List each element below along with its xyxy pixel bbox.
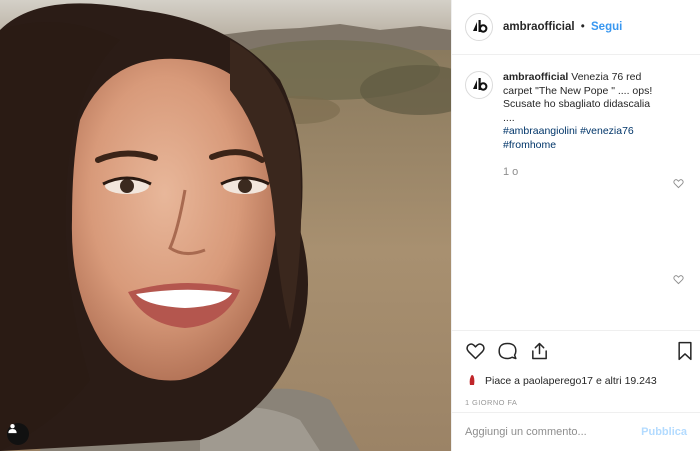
hashtag-link[interactable]: #fromhome	[503, 139, 663, 153]
selfie-image	[0, 0, 451, 451]
post-timestamp[interactable]: 1 GIORNO FA	[452, 392, 700, 412]
action-bar	[452, 330, 700, 370]
liker-username[interactable]: paolaperego17	[523, 375, 593, 387]
caption-time: 1 o	[503, 166, 519, 178]
person-tag-icon[interactable]	[7, 423, 29, 445]
likes-line: Piace a paolaperego17 e altri 19.243	[452, 370, 700, 392]
likes-suffix: e altri	[595, 375, 622, 387]
follow-button[interactable]: Segui	[591, 21, 622, 33]
likes-prefix: Piace a	[485, 375, 521, 387]
caption-username[interactable]: ambraofficial	[503, 71, 568, 83]
hashtag-link[interactable]: #ambraangiolini #venezia76	[503, 125, 663, 139]
small-heart-icon[interactable]	[673, 272, 684, 290]
post-sidebar: ambraofficial • Segui ambraofficial Vene…	[451, 0, 700, 451]
avatar-logo-icon[interactable]	[465, 13, 493, 41]
publish-button[interactable]: Pubblica	[641, 426, 687, 438]
header-separator: •	[580, 21, 585, 33]
comment-input[interactable]	[465, 426, 635, 438]
comments-area: ambraofficial Venezia 76 red carpet "The…	[452, 55, 700, 330]
header-line: ambraofficial • Segui	[503, 21, 622, 33]
post-header: ambraofficial • Segui	[452, 0, 700, 55]
likes-text: Piace a paolaperego17 e altri 19.243	[485, 375, 657, 387]
header-username[interactable]: ambraofficial	[503, 21, 575, 33]
liker-avatar-icon[interactable]	[465, 372, 479, 390]
avatar-logo-icon[interactable]	[465, 71, 493, 99]
comment-box: Pubblica	[452, 412, 700, 451]
share-icon[interactable]	[529, 341, 550, 361]
likes-count[interactable]: 19.243	[625, 375, 657, 387]
caption-text: ambraofficial Venezia 76 red carpet "The…	[503, 71, 663, 152]
comment-icon[interactable]	[497, 341, 518, 361]
post-photo[interactable]	[0, 0, 451, 451]
heart-icon[interactable]	[465, 341, 486, 361]
bookmark-icon[interactable]	[676, 341, 694, 366]
instagram-post: ambraofficial • Segui ambraofficial Vene…	[0, 0, 700, 451]
caption-row: ambraofficial Venezia 76 red carpet "The…	[465, 71, 687, 152]
small-heart-icon[interactable]	[673, 176, 684, 194]
